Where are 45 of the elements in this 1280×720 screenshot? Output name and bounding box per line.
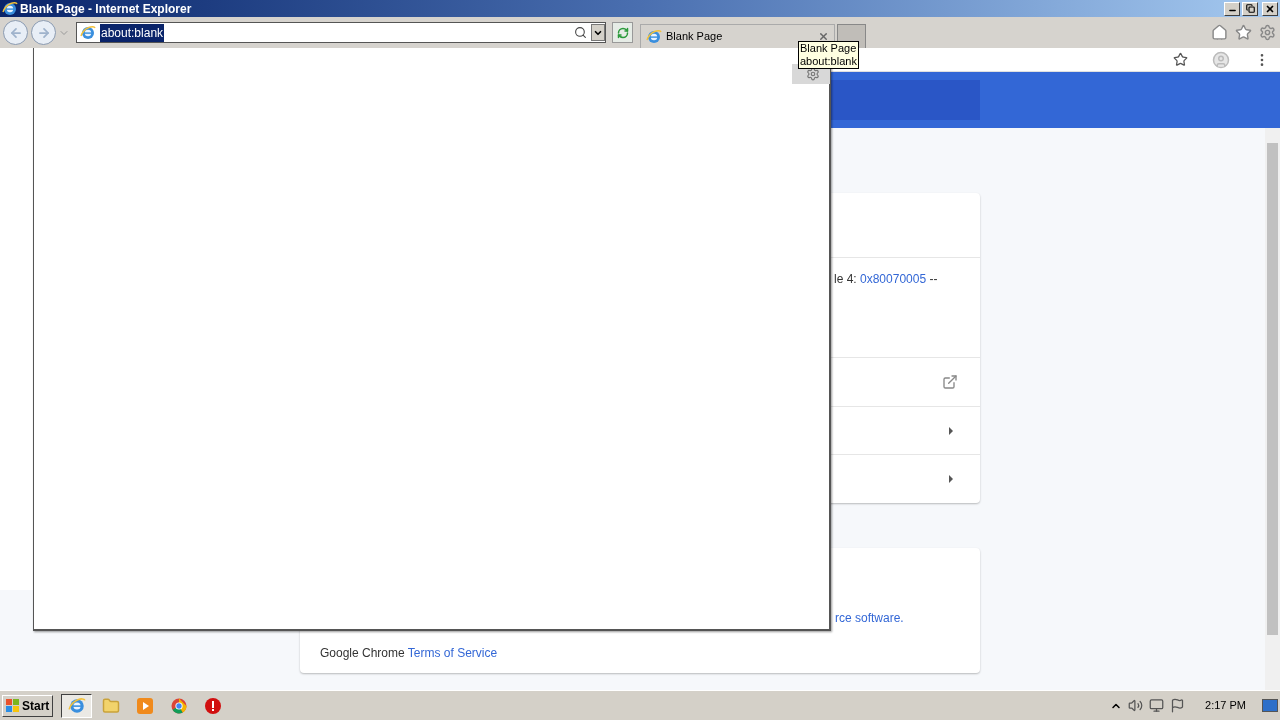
error-text: le 4: 0x80070005 -- (834, 272, 938, 286)
media-player-icon (135, 696, 154, 715)
address-dropdown-button[interactable] (591, 24, 605, 41)
internet-explorer-icon (67, 696, 86, 715)
back-arrow-icon (8, 25, 23, 40)
tab-label: Blank Page (666, 29, 723, 45)
footer-text: Google Chrome Terms of Service (320, 646, 498, 660)
volume-icon[interactable] (1128, 698, 1144, 713)
taskbar-app-button[interactable] (61, 693, 93, 718)
window-title: Blank Page - Internet Explorer (20, 0, 192, 18)
tab-page-icon (646, 28, 662, 45)
scrollbar[interactable] (1265, 128, 1280, 690)
chrome-logo-icon (170, 697, 187, 714)
ie-logo-icon (2, 0, 18, 17)
caret-right-icon[interactable] (948, 425, 954, 436)
tooltip-line: about:blank (800, 55, 857, 68)
restore-icon (1245, 4, 1255, 13)
settings-icon[interactable] (806, 67, 820, 81)
external-link-icon[interactable] (942, 374, 958, 390)
refresh-icon (616, 26, 629, 39)
page-icon (80, 24, 96, 41)
stop-sign-icon (203, 696, 222, 715)
address-text: about:blank (100, 23, 165, 42)
clock[interactable]: 2:17 PM (1205, 697, 1246, 714)
close-icon (1265, 3, 1275, 14)
close-tab-icon[interactable] (818, 31, 829, 42)
bookmark-star-icon[interactable] (1173, 52, 1188, 67)
favorites-icon[interactable] (1235, 24, 1252, 41)
flag-icon[interactable] (1170, 698, 1186, 713)
close-button[interactable] (1262, 1, 1278, 16)
caret-right-icon[interactable] (948, 474, 954, 484)
forward-arrow-icon (36, 25, 51, 40)
restore-button[interactable] (1242, 1, 1258, 16)
search-icon[interactable] (574, 26, 587, 39)
error-code-link[interactable]: 0x80070005 (860, 272, 927, 286)
windows-logo-icon (6, 698, 20, 713)
minimize-button[interactable] (1224, 1, 1240, 16)
home-icon[interactable] (1211, 24, 1228, 41)
software-link[interactable]: rce software. (835, 609, 904, 627)
folder-icon (101, 696, 120, 715)
terms-link[interactable]: Terms of Service (407, 646, 498, 660)
refresh-button[interactable] (612, 22, 633, 43)
scrollbar-thumb[interactable] (1267, 143, 1278, 635)
start-button[interactable]: Start (2, 694, 54, 717)
address-field[interactable]: about:blank (76, 22, 606, 43)
